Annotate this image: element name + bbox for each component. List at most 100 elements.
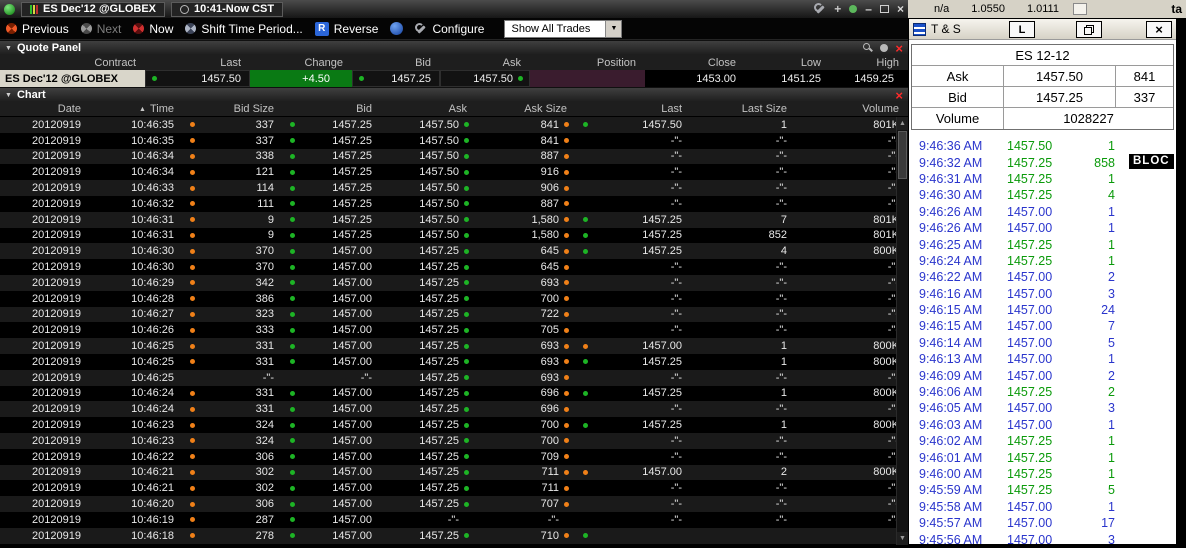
column-header-volume[interactable]: Volume <box>796 102 908 116</box>
minimize-button[interactable]: – <box>865 3 872 15</box>
quote-panel-close-icon[interactable]: × <box>895 42 903 55</box>
now-button[interactable]: Now <box>133 22 173 36</box>
column-header-last[interactable]: Last <box>576 102 691 116</box>
cell-volume: -"- <box>796 196 908 212</box>
tick-dot <box>464 312 469 317</box>
column-header-time[interactable]: ▲ Time <box>90 102 183 116</box>
tick-dot <box>464 454 469 459</box>
column-header-last-size[interactable]: Last Size <box>691 102 796 116</box>
table-row: 20120919 10:46:23 324 1457.00 1457.25 70… <box>0 433 908 449</box>
column-header: Close <box>645 55 745 70</box>
column-header-date[interactable]: Date <box>0 102 90 116</box>
ts-trade-row: 9:45:58 AM 1457.00 1 <box>919 499 1176 515</box>
trades-filter-select[interactable]: Show All Trades ▼ <box>504 20 622 38</box>
add-icon[interactable]: + <box>834 3 841 15</box>
column-header-bid[interactable]: Bid <box>283 102 381 116</box>
column-header-ask[interactable]: Ask <box>381 102 476 116</box>
close-button[interactable]: × <box>897 3 904 15</box>
tick-dot <box>464 470 469 475</box>
ts-close-button[interactable]: × <box>1146 21 1172 38</box>
tick-dot <box>190 407 195 412</box>
cell-time: 10:46:24 <box>90 401 183 417</box>
now-icon <box>133 23 144 34</box>
cell-bid: 1457.25 <box>283 228 381 244</box>
table-row: 20120919 10:46:34 338 1457.25 1457.50 88… <box>0 149 908 165</box>
tick-dot <box>290 312 295 317</box>
previous-icon <box>6 23 17 34</box>
title-timerange-tab[interactable]: 10:41-Now CST <box>171 2 283 17</box>
ts-ask-size: 841 <box>1116 66 1173 87</box>
table-row: 20120919 10:46:35 337 1457.25 1457.50 84… <box>0 117 908 133</box>
trade-time: 9:46:36 AM <box>919 139 1007 153</box>
pin-icon[interactable] <box>880 44 888 52</box>
quote-contract-cell[interactable]: ES Dec'12 @GLOBEX <box>0 70 145 87</box>
title-bar[interactable]: ES Dec'12 @GLOBEX 10:41-Now CST + – × <box>0 0 908 18</box>
ts-trade-row: 9:46:14 AM 1457.00 5 <box>919 335 1176 351</box>
cell-volume: 800K <box>796 338 908 354</box>
tick-dot <box>564 122 569 127</box>
magnifier-icon[interactable] <box>863 43 873 53</box>
cell-volume: -"- <box>796 401 908 417</box>
collapse-icon[interactable]: ▼ <box>5 92 12 99</box>
scroll-up-icon[interactable]: ▲ <box>897 117 908 130</box>
next-button[interactable]: Next <box>81 22 122 36</box>
cell-time: 10:46:29 <box>90 275 183 291</box>
tick-dot <box>190 138 195 143</box>
toolbar: Previous Next Now Shift Time Period... R… <box>0 18 908 40</box>
refresh-button[interactable] <box>390 22 403 35</box>
ts-restore-button[interactable] <box>1076 21 1102 38</box>
tick-dot <box>564 486 569 491</box>
cell-ask-size: 693 <box>476 275 576 291</box>
cell-bid-size: 9 <box>183 212 283 228</box>
cell-time: 10:46:27 <box>90 307 183 323</box>
cell-time: 10:46:20 <box>90 496 183 512</box>
cell-date: 20120919 <box>0 338 90 354</box>
table-row: 20120919 10:46:35 337 1457.25 1457.50 84… <box>0 133 908 149</box>
cell-date: 20120919 <box>0 496 90 512</box>
ts-l-button[interactable]: L <box>1009 21 1035 38</box>
cell-ask-size: 693 <box>476 370 576 386</box>
tools-icon[interactable] <box>814 3 826 15</box>
maximize-button[interactable] <box>880 5 889 13</box>
column-header-bid-size[interactable]: Bid Size <box>183 102 283 116</box>
vertical-scrollbar[interactable]: ▲ ▼ <box>896 117 908 545</box>
tick-dot <box>583 249 588 254</box>
cell-ask-size: 700 <box>476 417 576 433</box>
cell-date: 20120919 <box>0 212 90 228</box>
cell-last-size: -"- <box>691 307 796 323</box>
dropdown-arrow-icon[interactable]: ▼ <box>605 21 621 37</box>
tick-dot <box>564 280 569 285</box>
quote-panel-header[interactable]: ▼ Quote Panel × <box>0 40 908 55</box>
cell-time: 10:46:34 <box>90 149 183 165</box>
column-header: Ask <box>440 55 530 70</box>
chart-panel-header[interactable]: ▼ Chart × <box>0 87 908 102</box>
tick-dot <box>290 486 295 491</box>
column-header-ask-size[interactable]: Ask Size <box>476 102 576 116</box>
tick-dot <box>564 533 569 538</box>
previous-button[interactable]: Previous <box>6 22 69 36</box>
reverse-icon: R <box>315 22 329 36</box>
title-contract-tab[interactable]: ES Dec'12 @GLOBEX <box>21 2 165 17</box>
shift-time-period-button[interactable]: Shift Time Period... <box>185 22 302 36</box>
cell-volume: 801K <box>796 212 908 228</box>
cell-ask: 1457.25 <box>381 243 476 259</box>
cell-volume: -"- <box>796 275 908 291</box>
collapse-icon[interactable]: ▼ <box>5 45 12 52</box>
scroll-down-icon[interactable]: ▼ <box>897 532 908 545</box>
ts-title-bar[interactable]: T & S L × <box>909 19 1176 40</box>
pin-icon[interactable] <box>849 5 857 13</box>
trade-time: 9:46:26 AM <box>919 221 1007 235</box>
configure-button[interactable]: Configure <box>415 22 484 36</box>
reverse-button[interactable]: R Reverse <box>315 22 379 36</box>
cell-date: 20120919 <box>0 133 90 149</box>
cell-ask-size: 707 <box>476 496 576 512</box>
quote-row[interactable]: ES Dec'12 @GLOBEX 1457.50 +4.50 1457.25 … <box>0 70 908 87</box>
background-window-fragment: n/a 1.0550 1.0111 ta <box>908 0 1186 18</box>
cell-last: -"- <box>576 196 691 212</box>
ts-bid-label: Bid <box>912 87 1004 108</box>
column-header: Low <box>745 55 830 70</box>
tick-dot <box>290 517 295 522</box>
cell-last <box>576 528 691 544</box>
scrollbar-thumb[interactable] <box>898 131 907 179</box>
chart-panel-close-icon[interactable]: × <box>895 89 903 102</box>
